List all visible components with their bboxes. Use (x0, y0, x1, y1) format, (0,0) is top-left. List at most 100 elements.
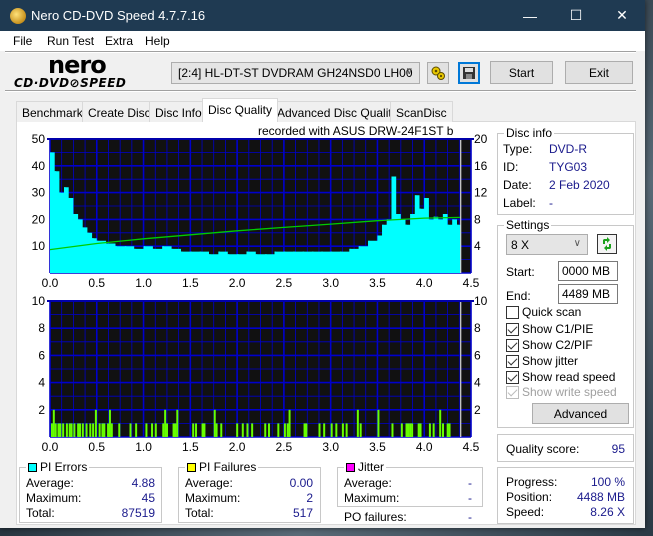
pi-failures-average-value: 0.00 (289, 476, 313, 490)
quick-scan-checkbox[interactable]: Quick scan (506, 305, 581, 319)
disc-date-label: Date: (503, 178, 532, 192)
show-c1-pie-checkbox[interactable]: Show C1/PIE (506, 322, 593, 336)
y-right-tick-label: 6 (474, 348, 481, 362)
pi-failures-bar (70, 423, 73, 437)
pi-failures-bar (277, 423, 280, 437)
pi-errors-bar (442, 214, 445, 273)
pi-failures-bar (345, 423, 348, 437)
pi-failures-bar (52, 409, 55, 437)
pi-errors-bar (246, 251, 248, 273)
pi-failures-bar (286, 423, 289, 437)
pi-failures-bar (201, 423, 204, 437)
tab-disc-quality[interactable]: Disc Quality (202, 98, 279, 122)
pi-errors-bar (447, 224, 450, 273)
pi-failures-bar (267, 423, 270, 437)
pi-errors-title-text: PI Errors (40, 460, 88, 474)
y-right-tick-label: 2 (474, 403, 481, 417)
pi-failures-bar (428, 423, 431, 437)
pi-failures-bar (101, 423, 104, 437)
pi-failures-bar (411, 423, 414, 437)
pi-errors-bar (386, 219, 389, 273)
checkbox-box (506, 370, 519, 384)
show-c2-pif-checkbox[interactable]: Show C2/PIF (506, 338, 593, 352)
y-right-tick-label: 8 (474, 212, 481, 226)
refresh-speed-button[interactable] (597, 234, 617, 254)
pi-failures-bar (118, 423, 121, 437)
show-jitter-checkbox[interactable]: Show jitter (506, 354, 578, 368)
pi-failures-bar (432, 423, 435, 437)
pi-failures-bar (409, 423, 412, 437)
x-tick-label: 2.0 (229, 440, 246, 454)
disc-id-label: ID: (503, 160, 519, 174)
pi-errors-maximum-value: 45 (141, 491, 155, 505)
pi-failures-color-swatch (187, 462, 196, 472)
show-read-speed-checkbox[interactable]: Show read speed (506, 370, 615, 384)
pi-failures-bar (241, 423, 244, 437)
pi-failures-bar (57, 423, 60, 437)
pi-failures-bar (85, 423, 88, 437)
pi-errors-bar (106, 243, 108, 273)
disc-date-value: 2 Feb 2020 (549, 178, 610, 192)
checkbox-box (506, 338, 519, 352)
end-mb-input[interactable]: 4489 MB (558, 284, 618, 304)
show-c2-pif-label: Show C2/PIF (522, 338, 593, 352)
disc-type-label: Type: (503, 142, 533, 156)
pi-failures-bar (419, 423, 422, 437)
pi-failures-bar (151, 423, 154, 437)
pi-failures-bar (251, 423, 254, 437)
pi-failures-bar (264, 423, 267, 437)
x-tick-label: 1.0 (135, 440, 152, 454)
pi-errors-bar (330, 251, 333, 273)
x-tick-label: 4.0 (416, 440, 433, 454)
pi-failures-bar (77, 423, 80, 437)
pi-failures-bar (356, 409, 359, 437)
progress-label: Progress: (506, 475, 558, 489)
pi-failures-title: PI Failures (185, 460, 259, 474)
pi-failures-bar (162, 423, 165, 437)
checkbox-box (506, 385, 519, 399)
pi-failures-bar (335, 423, 338, 437)
pi-errors-bar (452, 219, 454, 273)
pi-errors-bar (265, 254, 267, 273)
y-left-tick-label: 10 (32, 239, 46, 253)
y-right-tick-label: 4 (474, 239, 481, 253)
jitter-title: Jitter (344, 460, 387, 474)
pi-errors-bar (368, 240, 370, 273)
pi-failures-bar (246, 423, 249, 437)
pi-failures-bar (65, 423, 68, 437)
pi-failures-bar (220, 423, 223, 437)
pi-errors-bar (274, 251, 277, 273)
chevron-down-icon: ∨ (573, 238, 581, 249)
pi-failures-maximum-value: 2 (306, 491, 313, 505)
jitter-average-label: Average: (344, 476, 392, 490)
advanced-button[interactable]: Advanced (532, 403, 629, 424)
x-tick-label: 3.0 (322, 276, 339, 290)
pi-failures-bar (341, 423, 344, 437)
pi-errors-bar (171, 248, 174, 273)
pi-failures-bar (68, 423, 71, 437)
pi-errors-title: PI Errors (26, 460, 90, 474)
y-left-tick-label: 10 (32, 294, 46, 308)
pi-errors-bar (162, 246, 164, 273)
progress-value: 100 % (590, 475, 625, 489)
pi-failures-bar (164, 409, 167, 437)
app-window: Nero CD-DVD Speed 4.7.7.16 — ☐ ✕ File Ru… (0, 0, 645, 528)
start-mb-input[interactable]: 0000 MB (558, 261, 618, 281)
pi-failures-bar (73, 423, 76, 437)
pi-failures-bar (391, 423, 394, 437)
pi-failures-bar (288, 409, 291, 437)
pi-failures-bar (110, 423, 113, 437)
checkbox-box (506, 354, 519, 368)
jitter-title-text: Jitter (358, 460, 385, 474)
show-write-speed-checkbox: Show write speed (506, 385, 617, 399)
speed-select[interactable]: 8 X ∨ (506, 234, 588, 255)
quick-scan-label: Quick scan (522, 305, 582, 319)
chart-pi-failures: 0.0 0.5 1.0 1.5 2.0 2.5 3.0 3.5 4.0 4.5 10 8 6 4 2 10 8 6… (32, 294, 488, 454)
x-tick-label: 1.5 (182, 276, 199, 290)
pi-errors-bar (405, 224, 408, 273)
jitter-maximum-value: - (468, 491, 472, 505)
pi-failures-bar (213, 409, 216, 437)
po-failures-value: - (468, 510, 472, 524)
pi-failures-bar (103, 423, 106, 437)
disc-id-value: TYG03 (549, 160, 588, 174)
